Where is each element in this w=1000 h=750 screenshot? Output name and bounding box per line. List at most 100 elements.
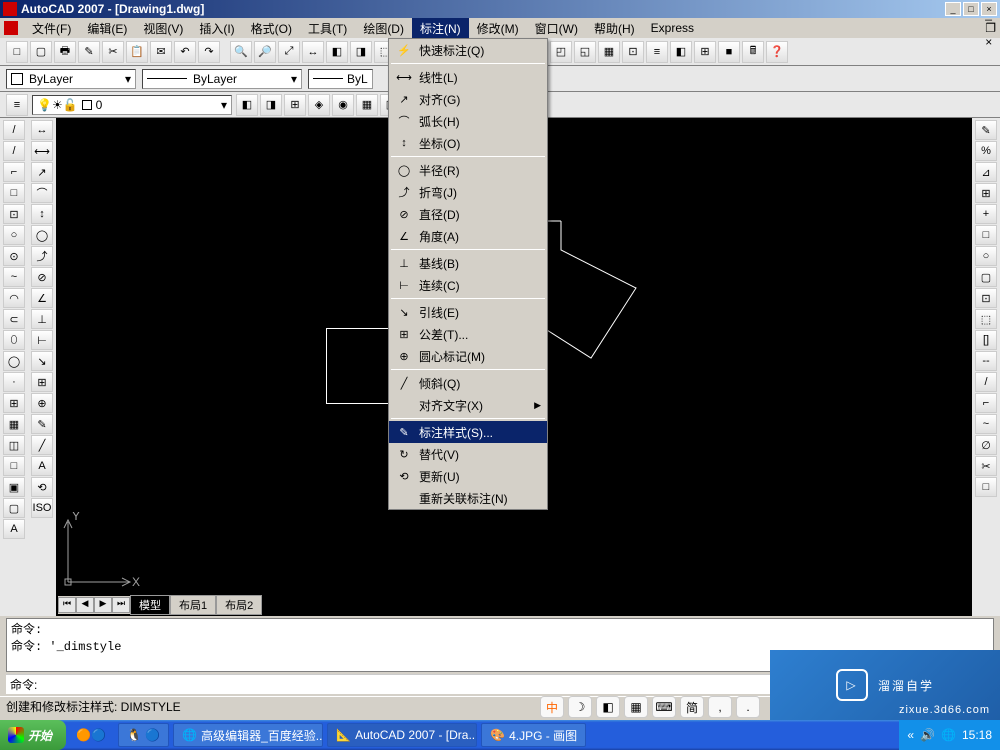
modify-tool-6[interactable]: ○ <box>975 246 997 266</box>
tab-layout1[interactable]: 布局1 <box>170 595 216 615</box>
menu-item-9[interactable]: ⊘直径(D) <box>389 203 547 225</box>
menu-file[interactable]: 文件(F) <box>24 18 79 39</box>
menu-item-2[interactable]: ⟷线性(L) <box>389 66 547 88</box>
layer-combo[interactable]: 💡 ☀ 🔓 0 ▾ <box>32 95 232 115</box>
modify-tool-9[interactable]: ⬚ <box>975 309 997 329</box>
std-tool-31[interactable]: ■ <box>718 41 740 63</box>
menu-item-17[interactable]: ⊕圆心标记(M) <box>389 345 547 367</box>
draw-tool-14[interactable]: ▦ <box>3 414 25 434</box>
tab-model[interactable]: 模型 <box>130 595 170 615</box>
dim-tool-9[interactable]: ⊥ <box>31 309 53 329</box>
std-tool-24[interactable]: ◰ <box>550 41 572 63</box>
minimize-button[interactable]: _ <box>945 2 961 16</box>
std-tool-14[interactable]: ◧ <box>326 41 348 63</box>
menu-item-25[interactable]: 重新关联标注(N) <box>389 487 547 509</box>
std-tool-10[interactable]: 🔍 <box>230 41 252 63</box>
menu-item-15[interactable]: ↘引线(E) <box>389 301 547 323</box>
task-autocad[interactable]: 📐 AutoCAD 2007 - [Dra... <box>327 723 477 747</box>
modify-tool-1[interactable]: % <box>975 141 997 161</box>
draw-tool-4[interactable]: ⊡ <box>3 204 25 224</box>
menu-draw[interactable]: 绘图(D) <box>355 18 412 39</box>
layer-tool-1[interactable]: ◨ <box>260 94 282 116</box>
dim-tool-16[interactable]: A <box>31 456 53 476</box>
menu-item-16[interactable]: ⊞公差(T)... <box>389 323 547 345</box>
ime-button-5[interactable]: 简 <box>680 696 704 718</box>
lineweight-combo[interactable]: ByL <box>308 69 373 89</box>
ime-button-6[interactable]: , <box>708 696 732 718</box>
modify-tool-15[interactable]: ∅ <box>975 435 997 455</box>
std-tool-2[interactable]: 🖶 <box>54 41 76 63</box>
menu-help[interactable]: 帮助(H) <box>586 18 643 39</box>
start-button[interactable]: 开始 <box>0 720 66 750</box>
tab-nav-next[interactable]: ▶ <box>94 597 112 613</box>
mdi-restore-button[interactable]: ❐ <box>985 21 996 35</box>
dim-tool-11[interactable]: ↘ <box>31 351 53 371</box>
std-tool-8[interactable]: ↷ <box>198 41 220 63</box>
menu-dimension[interactable]: 标注(N) <box>412 18 469 39</box>
std-tool-11[interactable]: 🔎 <box>254 41 276 63</box>
dim-tool-2[interactable]: ↗ <box>31 162 53 182</box>
layer-tool-3[interactable]: ◈ <box>308 94 330 116</box>
menu-item-12[interactable]: ⊥基线(B) <box>389 252 547 274</box>
menu-item-20[interactable]: 对齐文字(X)▶ <box>389 394 547 416</box>
layer-props-button[interactable]: ≡ <box>6 94 28 116</box>
mdi-close-button[interactable]: × <box>985 35 996 49</box>
menu-item-8[interactable]: ⤴折弯(J) <box>389 181 547 203</box>
menu-edit[interactable]: 编辑(E) <box>79 18 135 39</box>
std-tool-30[interactable]: ⊞ <box>694 41 716 63</box>
modify-tool-12[interactable]: / <box>975 372 997 392</box>
menu-item-5[interactable]: ↕坐标(O) <box>389 132 547 154</box>
ime-button-1[interactable]: ☽ <box>568 696 592 718</box>
dim-tool-12[interactable]: ⊞ <box>31 372 53 392</box>
std-tool-6[interactable]: ✉ <box>150 41 172 63</box>
menu-modify[interactable]: 修改(M) <box>469 18 527 39</box>
dim-tool-1[interactable]: ⟷ <box>31 141 53 161</box>
menu-insert[interactable]: 插入(I) <box>191 18 242 39</box>
modify-tool-13[interactable]: ⌐ <box>975 393 997 413</box>
menu-item-10[interactable]: ∠角度(A) <box>389 225 547 247</box>
modify-tool-4[interactable]: + <box>975 204 997 224</box>
menu-item-3[interactable]: ↗对齐(G) <box>389 88 547 110</box>
layer-tool-4[interactable]: ◉ <box>332 94 354 116</box>
menu-item-24[interactable]: ⟲更新(U) <box>389 465 547 487</box>
std-tool-7[interactable]: ↶ <box>174 41 196 63</box>
std-tool-25[interactable]: ◱ <box>574 41 596 63</box>
draw-tool-5[interactable]: ○ <box>3 225 25 245</box>
std-tool-28[interactable]: ≡ <box>646 41 668 63</box>
modify-tool-3[interactable]: ⊞ <box>975 183 997 203</box>
draw-tool-0[interactable]: / <box>3 120 25 140</box>
draw-tool-2[interactable]: ⌐ <box>3 162 25 182</box>
std-tool-12[interactable]: ⤢ <box>278 41 300 63</box>
layer-tool-0[interactable]: ◧ <box>236 94 258 116</box>
ime-button-7[interactable]: . <box>736 696 760 718</box>
tray-clock[interactable]: 15:18 <box>962 728 992 742</box>
draw-tool-18[interactable]: ▢ <box>3 498 25 518</box>
std-tool-1[interactable]: ▢ <box>30 41 52 63</box>
menu-item-0[interactable]: ⚡快速标注(Q) <box>389 39 547 61</box>
std-tool-32[interactable]: 🖩 <box>742 41 764 63</box>
std-tool-13[interactable]: ↔ <box>302 41 324 63</box>
menu-tools[interactable]: 工具(T) <box>300 18 355 39</box>
menu-item-4[interactable]: ⌒弧长(H) <box>389 110 547 132</box>
draw-tool-7[interactable]: ~ <box>3 267 25 287</box>
task-browser[interactable]: 🌐 高级编辑器_百度经验... <box>173 723 323 747</box>
task-quicklaunch[interactable]: 🟠🔵 <box>68 723 114 747</box>
draw-tool-3[interactable]: □ <box>3 183 25 203</box>
draw-tool-8[interactable]: ◠ <box>3 288 25 308</box>
modify-tool-5[interactable]: □ <box>975 225 997 245</box>
dim-tool-17[interactable]: ⟲ <box>31 477 53 497</box>
draw-tool-12[interactable]: · <box>3 372 25 392</box>
modify-tool-2[interactable]: ⊿ <box>975 162 997 182</box>
tab-nav-prev[interactable]: ◀ <box>76 597 94 613</box>
modify-tool-14[interactable]: ~ <box>975 414 997 434</box>
draw-tool-1[interactable]: / <box>3 141 25 161</box>
draw-tool-11[interactable]: ◯ <box>3 351 25 371</box>
modify-tool-16[interactable]: ✂ <box>975 456 997 476</box>
std-tool-4[interactable]: ✂ <box>102 41 124 63</box>
modify-tool-7[interactable]: ▢ <box>975 267 997 287</box>
std-tool-0[interactable]: □ <box>6 41 28 63</box>
std-tool-29[interactable]: ◧ <box>670 41 692 63</box>
dim-tool-8[interactable]: ∠ <box>31 288 53 308</box>
menu-item-7[interactable]: ◯半径(R) <box>389 159 547 181</box>
dim-tool-7[interactable]: ⊘ <box>31 267 53 287</box>
